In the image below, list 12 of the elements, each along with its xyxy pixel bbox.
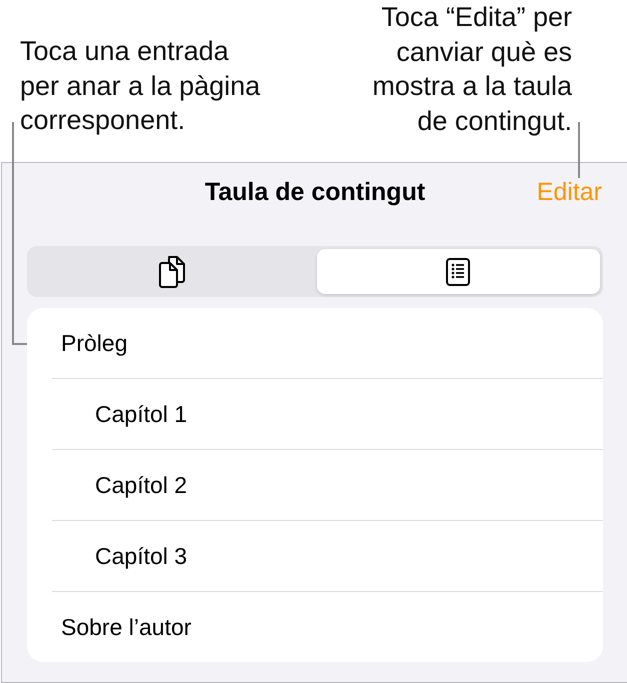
toc-entry[interactable]: Capítol 1 bbox=[27, 379, 603, 449]
callout-text: Toca “Edita” per canviar què es mostra a la taula de contingut. bbox=[372, 1, 572, 138]
leader-line bbox=[578, 122, 580, 178]
toc-entry[interactable]: Capítol 3 bbox=[27, 521, 603, 591]
pages-icon bbox=[158, 254, 186, 288]
toc-entry[interactable]: Pròleg bbox=[27, 308, 603, 378]
callout-text: Toca una entrada per anar a la pàgina corresponent. bbox=[20, 35, 260, 137]
toc-entry[interactable]: Capítol 2 bbox=[27, 450, 603, 520]
list-document-icon bbox=[446, 258, 470, 286]
toc-entry[interactable]: Sobre l’autor bbox=[27, 592, 603, 662]
view-tab[interactable] bbox=[316, 249, 600, 294]
panel-title: Taula de contingut bbox=[204, 178, 426, 206]
